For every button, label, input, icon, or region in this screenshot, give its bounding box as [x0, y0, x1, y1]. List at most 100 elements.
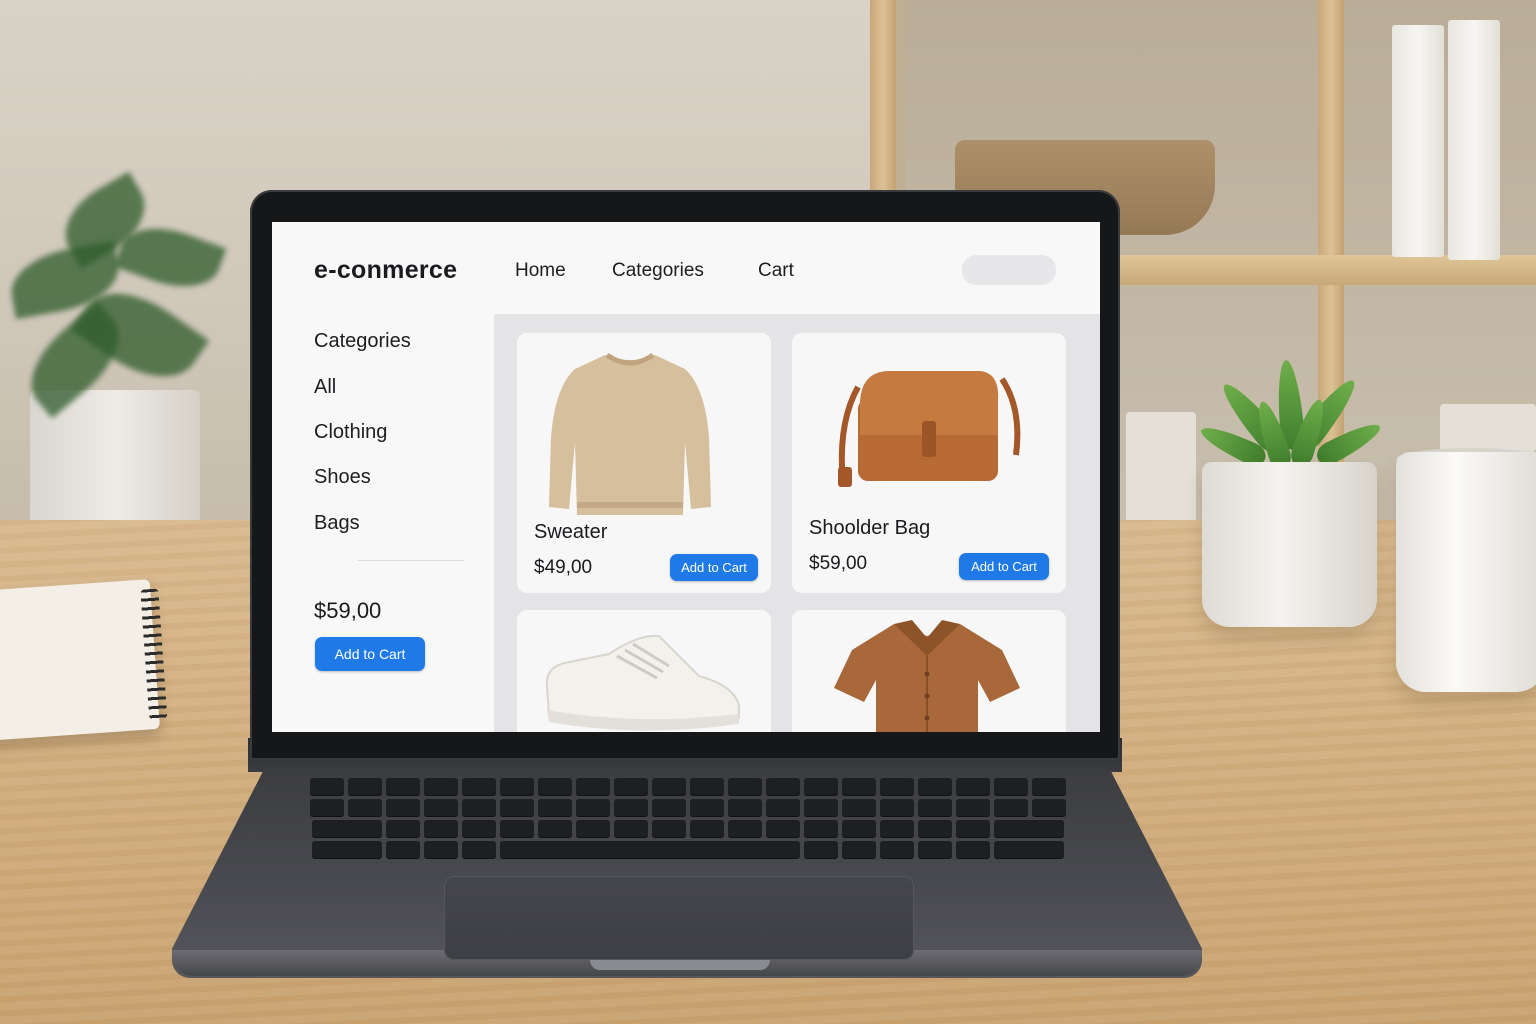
category-sidebar: Categories All Clothing Shoes Bags $59,0… [272, 314, 494, 732]
product-card[interactable] [792, 610, 1066, 732]
key [842, 799, 876, 816]
key [842, 778, 876, 795]
sidebar-item-all[interactable]: All [314, 376, 336, 399]
key [690, 820, 724, 837]
key [576, 778, 610, 795]
key [880, 841, 914, 858]
nav-categories[interactable]: Categories [612, 260, 704, 282]
divider [358, 560, 464, 561]
sidebar-heading: Categories [314, 330, 411, 352]
key [918, 841, 952, 858]
key [766, 820, 800, 837]
key [424, 778, 458, 795]
key [918, 778, 952, 795]
key [766, 778, 800, 795]
key [312, 841, 382, 858]
trackpad [444, 876, 914, 960]
sidebar-price: $59,00 [314, 598, 382, 623]
key [994, 841, 1064, 858]
key [424, 820, 458, 837]
product-card[interactable] [517, 610, 771, 732]
key [462, 778, 496, 795]
key [766, 799, 800, 816]
add-to-cart-button[interactable]: Add to Cart [670, 554, 758, 581]
key [728, 778, 762, 795]
key [312, 820, 382, 837]
sidebar-add-to-cart-button[interactable]: Add to Cart [315, 637, 425, 671]
product-grid: Sweater $49,00 Add to Cart Shoolder Bag … [494, 314, 1100, 732]
key [386, 778, 420, 795]
key [462, 799, 496, 816]
key [690, 799, 724, 816]
key [728, 799, 762, 816]
key [652, 799, 686, 816]
sidebar-item-shoes[interactable]: Shoes [314, 466, 371, 489]
add-to-cart-button[interactable]: Add to Cart [959, 553, 1049, 580]
nav-cart[interactable]: Cart [758, 260, 794, 282]
key [652, 778, 686, 795]
key [1032, 778, 1066, 795]
key [804, 778, 838, 795]
sidebar-item-clothing[interactable]: Clothing [314, 421, 387, 444]
key [804, 820, 838, 837]
coffee-mug [1396, 452, 1536, 692]
key [500, 778, 534, 795]
spacebar [500, 841, 800, 858]
key [348, 799, 382, 816]
key [652, 820, 686, 837]
key [690, 778, 724, 795]
product-title[interactable]: Shoolder Bag [809, 517, 930, 540]
key [994, 778, 1028, 795]
sneaker-image [545, 634, 740, 731]
key [880, 778, 914, 795]
key [576, 820, 610, 837]
keyboard-row [250, 841, 1126, 858]
key [728, 820, 762, 837]
shoulder-bag-image [838, 371, 1021, 487]
shelf-box [1126, 412, 1196, 522]
shirt-image [834, 620, 1020, 732]
key [918, 820, 952, 837]
keyboard-row [250, 778, 1126, 795]
key [614, 778, 648, 795]
book [1392, 25, 1444, 257]
key [500, 820, 534, 837]
nav-home[interactable]: Home [515, 260, 566, 282]
key [538, 820, 572, 837]
key [538, 799, 572, 816]
key [1032, 799, 1066, 816]
product-price: $59,00 [809, 553, 868, 574]
key [348, 778, 382, 795]
search-input[interactable] [962, 255, 1056, 285]
laptop-screen: e-conmerce Home Categories Cart Categori… [272, 222, 1100, 732]
key [842, 820, 876, 837]
key [310, 799, 344, 816]
sidebar-item-bags[interactable]: Bags [314, 512, 360, 535]
key [804, 841, 838, 858]
keyboard-row [250, 820, 1126, 837]
product-price: $49,00 [534, 557, 593, 578]
product-title[interactable]: Sweater [534, 521, 607, 544]
key [956, 820, 990, 837]
key [994, 799, 1028, 816]
key [880, 799, 914, 816]
product-card[interactable]: Sweater $49,00 Add to Cart [517, 333, 771, 593]
key [386, 841, 420, 858]
key [614, 799, 648, 816]
key [956, 841, 990, 858]
shelf-box [1440, 404, 1536, 452]
key [500, 799, 534, 816]
notebook [0, 579, 168, 741]
key [386, 820, 420, 837]
key [576, 799, 610, 816]
sweater-image [549, 352, 711, 515]
key [842, 841, 876, 858]
key [424, 799, 458, 816]
keyboard [250, 778, 1126, 874]
key [994, 820, 1064, 837]
product-card[interactable]: Shoolder Bag $59,00 Add to Cart [792, 333, 1066, 593]
brand-logo[interactable]: e-conmerce [314, 256, 457, 285]
plant-pot [1202, 462, 1377, 627]
key [538, 778, 572, 795]
key [804, 799, 838, 816]
